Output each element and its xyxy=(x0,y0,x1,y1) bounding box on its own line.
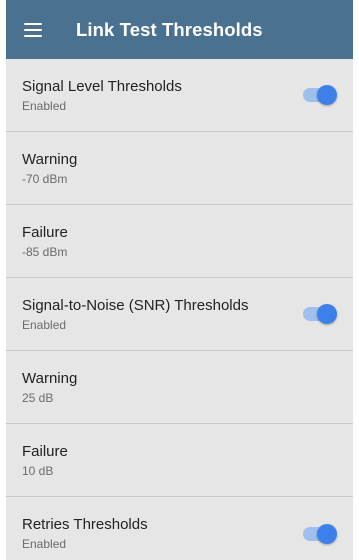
signal-level-toggle[interactable] xyxy=(301,85,337,105)
setting-value: -85 dBm xyxy=(22,244,68,259)
hamburger-menu-icon[interactable] xyxy=(24,22,42,37)
setting-signal-warning[interactable]: Warning -70 dBm xyxy=(6,132,353,205)
menu-icon-line xyxy=(24,34,42,37)
menu-icon-line xyxy=(24,22,42,25)
setting-title: Failure xyxy=(22,442,68,460)
setting-value: 25 dB xyxy=(22,390,54,405)
setting-title: Warning xyxy=(22,369,78,387)
setting-snr-thresholds[interactable]: Signal-to-Noise (SNR) Thresholds Enabled xyxy=(6,278,353,351)
setting-retries-thresholds[interactable]: Retries Thresholds Enabled xyxy=(6,497,353,560)
snr-toggle[interactable] xyxy=(301,304,337,324)
screen: Link Test Thresholds Signal Level Thresh… xyxy=(0,0,359,560)
setting-title: Failure xyxy=(22,223,68,241)
page-title: Link Test Thresholds xyxy=(76,18,263,40)
setting-value: -70 dBm xyxy=(22,171,68,186)
toggle-thumb xyxy=(317,523,337,544)
setting-snr-failure[interactable]: Failure 10 dB xyxy=(6,424,353,497)
retries-toggle[interactable] xyxy=(301,523,337,544)
setting-snr-warning[interactable]: Warning 25 dB xyxy=(6,351,353,424)
settings-list: Signal Level Thresholds Enabled Warning … xyxy=(6,59,353,560)
setting-title: Warning xyxy=(22,150,78,168)
app-bar: Link Test Thresholds xyxy=(6,0,353,59)
setting-signal-level-thresholds[interactable]: Signal Level Thresholds Enabled xyxy=(6,59,353,132)
toggle-thumb xyxy=(317,304,337,324)
setting-value: 10 dB xyxy=(22,463,54,478)
toggle-thumb xyxy=(317,85,337,105)
setting-signal-failure[interactable]: Failure -85 dBm xyxy=(6,205,353,278)
menu-icon-line xyxy=(24,28,42,31)
